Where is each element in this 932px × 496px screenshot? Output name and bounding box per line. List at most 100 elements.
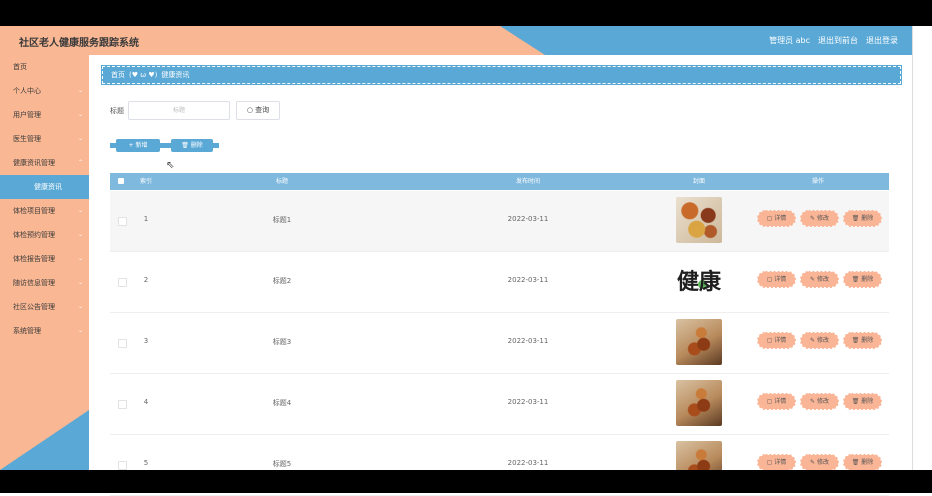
sidebar-item-checkup-booking[interactable]: 体检预约管理 ⌄ [0, 223, 89, 247]
table-row: 3 标题3 2022-03-11 ▢ 详情 ✎ 修改 🗑 删除 [110, 313, 889, 374]
column-title: 标题 [275, 178, 289, 185]
logout-link[interactable]: 退出登录 [866, 35, 898, 46]
sidebar-item-label: 体检预约管理 [13, 231, 55, 239]
trash-icon: 🗑 [851, 398, 862, 405]
sidebar-item-home[interactable]: 首页 [0, 55, 89, 79]
sidebar-item-system[interactable]: 系统管理 ⌄ [0, 319, 89, 343]
trash-icon: 🗑 [851, 276, 862, 283]
chevron-down-icon: ⌄ [77, 207, 83, 214]
sidebar-item-label: 社区公告管理 [13, 303, 55, 311]
search-button[interactable]: ○ 查询 [236, 101, 280, 120]
sidebar-item-health-news[interactable]: 健康资讯 [0, 175, 89, 199]
row-checkbox[interactable] [118, 461, 127, 470]
screen-border-top [0, 0, 932, 26]
sidebar-item-label: 用户管理 [13, 111, 41, 119]
row-title: 标题2 [272, 277, 292, 285]
row-title: 标题4 [272, 399, 292, 407]
delete-button[interactable]: 🗑 删除 [843, 210, 882, 227]
sidebar-item-label: 随访信息管理 [13, 279, 55, 287]
trash-icon: 🗑 [851, 215, 862, 222]
row-checkbox[interactable] [118, 278, 127, 287]
row-publish-time: 2022-03-11 [507, 398, 549, 406]
chevron-up-icon: ⌃ [77, 159, 83, 166]
row-checkbox[interactable] [118, 339, 127, 348]
table-row: 4 标题4 2022-03-11 ▢ 详情 ✎ 修改 🗑 删除 [110, 374, 889, 435]
edit-button[interactable]: ✎ 修改 [800, 454, 839, 471]
chevron-down-icon: ⌄ [77, 135, 83, 142]
batch-delete-label: 删除 [190, 142, 203, 149]
detail-button[interactable]: ▢ 详情 [757, 454, 796, 471]
select-all-checkbox[interactable] [118, 178, 124, 184]
delete-button[interactable]: 🗑 删除 [843, 454, 882, 471]
delete-button[interactable]: 🗑 删除 [843, 393, 882, 410]
sidebar-item-health-news-mgmt[interactable]: 健康资讯管理 ⌃ [0, 151, 89, 175]
detail-button[interactable]: ▢ 详情 [757, 210, 796, 227]
scrollbar-track[interactable] [912, 26, 932, 470]
chevron-down-icon: ⌄ [77, 327, 83, 334]
row-operations: ▢ 详情 ✎ 修改 🗑 删除 [757, 210, 882, 227]
chevron-down-icon: ⌄ [77, 231, 83, 238]
sidebar: 首页 个人中心 ⌄ 用户管理 ⌄ 医生管理 ⌄ 健康资讯管理 ⌃ 健康资讯 体检项目管理… [0, 55, 89, 470]
sidebar-item-doctors[interactable]: 医生管理 ⌄ [0, 127, 89, 151]
detail-label: 详情 [774, 276, 787, 283]
row-title: 标题3 [272, 338, 292, 346]
app-title: 社区老人健康服务跟踪系统 [19, 38, 139, 49]
sidebar-item-label: 健康资讯 [34, 183, 62, 191]
sidebar-item-users[interactable]: 用户管理 ⌄ [0, 103, 89, 127]
cover-calligraphy: 健康 [676, 269, 721, 295]
top-header: 社区老人健康服务跟踪系统 管理员 abc 退出到前台 退出登录 [0, 26, 912, 55]
delete-button[interactable]: 🗑 删除 [843, 271, 882, 288]
chevron-down-icon: ⌄ [77, 255, 83, 262]
edit-icon: ✎ [810, 337, 817, 344]
row-index: 2 [143, 276, 149, 284]
detail-label: 详情 [774, 398, 787, 405]
delete-button[interactable]: 🗑 删除 [843, 332, 882, 349]
edit-icon: ✎ [810, 398, 817, 405]
edit-button[interactable]: ✎ 修改 [800, 332, 839, 349]
row-operations: ▢ 详情 ✎ 修改 🗑 删除 [757, 271, 882, 288]
trash-icon: 🗑 [851, 337, 862, 344]
row-title: 标题5 [272, 460, 292, 468]
row-operations: ▢ 详情 ✎ 修改 🗑 删除 [757, 454, 882, 471]
edit-button[interactable]: ✎ 修改 [800, 210, 839, 227]
chevron-down-icon: ⌄ [77, 87, 83, 94]
search-input[interactable]: 标题 [128, 101, 230, 120]
row-checkbox[interactable] [118, 400, 127, 409]
breadcrumb: 首页 (♥ ω ♥) 健康资讯 [111, 70, 189, 80]
edit-label: 修改 [816, 398, 829, 405]
chevron-down-icon: ⌄ [77, 303, 83, 310]
breadcrumb-separator: (♥ ω ♥) [129, 71, 158, 79]
edit-button[interactable]: ✎ 修改 [800, 271, 839, 288]
cover-image [676, 319, 722, 365]
delete-label: 删除 [861, 337, 874, 344]
trash-icon: 🗑 [181, 142, 191, 149]
batch-delete-button[interactable]: 🗑 删除 [165, 139, 219, 152]
column-publish-time: 发布时间 [515, 178, 541, 185]
chevron-down-icon: ⌄ [77, 279, 83, 286]
detail-button[interactable]: ▢ 详情 [757, 332, 796, 349]
detail-button[interactable]: ▢ 详情 [757, 271, 796, 288]
sidebar-item-label: 医生管理 [13, 135, 41, 143]
detail-button[interactable]: ▢ 详情 [757, 393, 796, 410]
row-publish-time: 2022-03-11 [507, 337, 549, 345]
edit-button[interactable]: ✎ 修改 [800, 393, 839, 410]
search-label: 标题 [110, 107, 124, 115]
add-button[interactable]: + 新增 [110, 139, 166, 152]
column-cover: 封面 [692, 178, 706, 185]
row-checkbox[interactable] [118, 217, 127, 226]
delete-label: 删除 [861, 276, 874, 283]
row-title: 标题1 [272, 216, 292, 224]
sidebar-item-profile[interactable]: 个人中心 ⌄ [0, 79, 89, 103]
sidebar-item-label: 体检报告管理 [13, 255, 55, 263]
sidebar-item-checkup-report[interactable]: 体检报告管理 ⌄ [0, 247, 89, 271]
row-index: 1 [143, 215, 149, 223]
back-to-front-link[interactable]: 退出到前台 [818, 35, 858, 46]
edit-label: 修改 [816, 215, 829, 222]
breadcrumb-bar: 首页 (♥ ω ♥) 健康资讯 [101, 65, 902, 85]
sidebar-item-followup[interactable]: 随访信息管理 ⌄ [0, 271, 89, 295]
sidebar-item-announcements[interactable]: 社区公告管理 ⌄ [0, 295, 89, 319]
breadcrumb-home[interactable]: 首页 [111, 70, 125, 80]
screen-border-bottom [0, 470, 932, 493]
sidebar-item-checkup-items[interactable]: 体检项目管理 ⌄ [0, 199, 89, 223]
sidebar-item-label: 系统管理 [13, 327, 41, 335]
